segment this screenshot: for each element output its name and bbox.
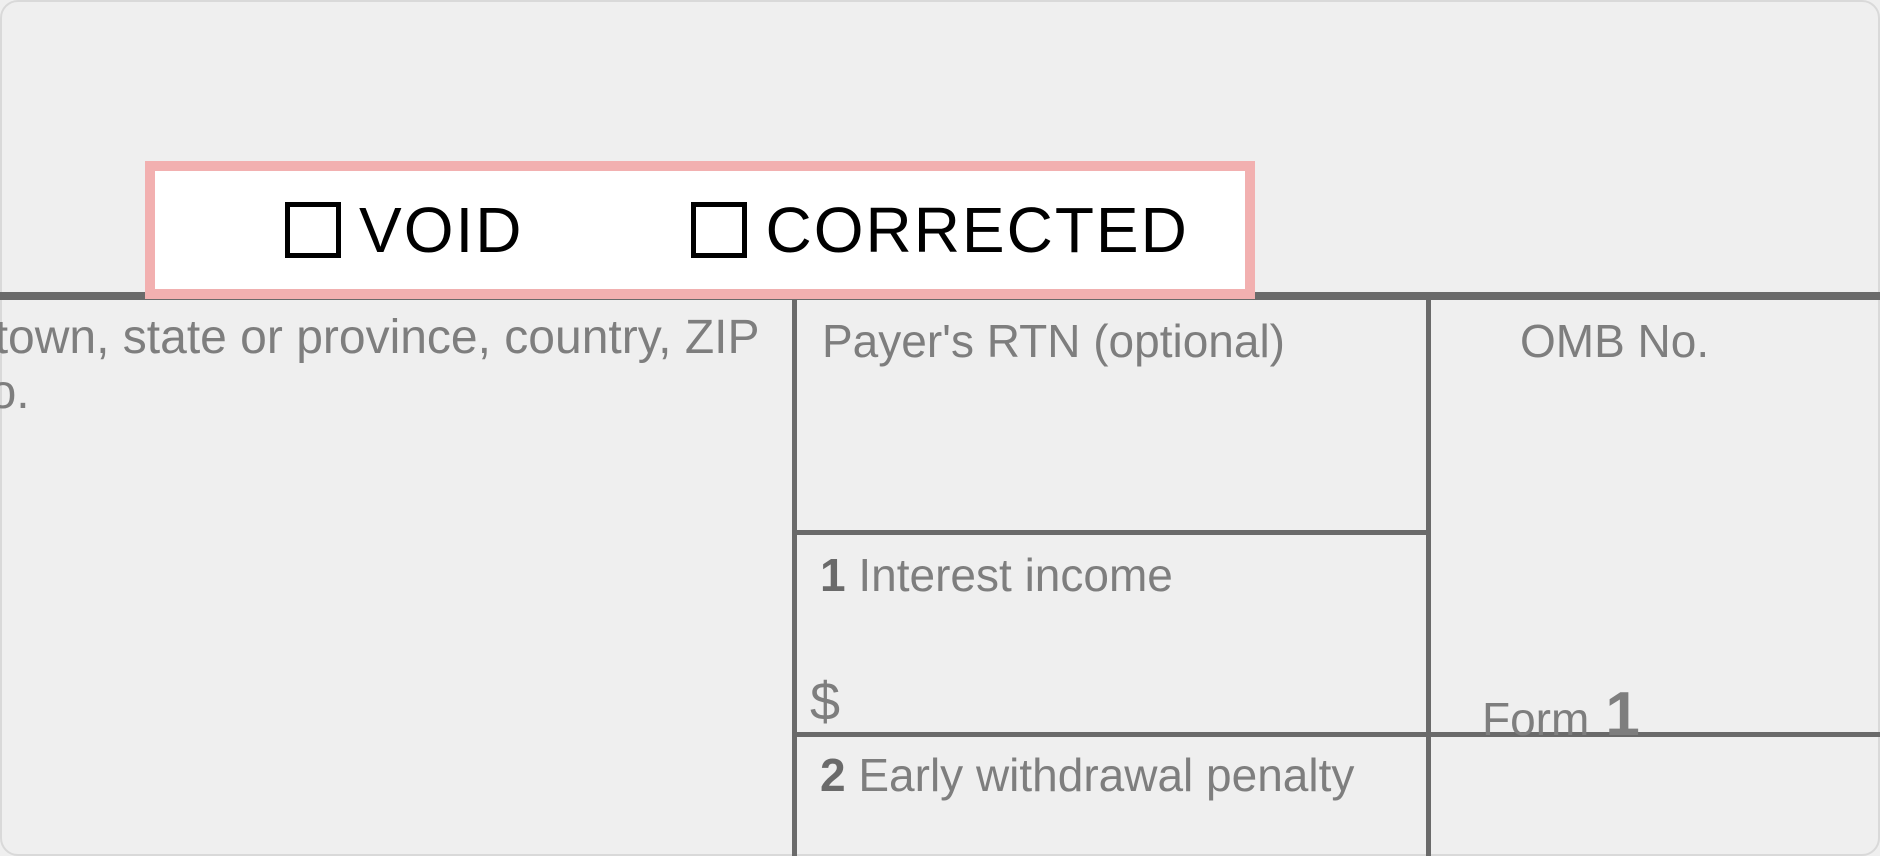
omb-number-label: OMB No. xyxy=(1520,314,1880,369)
void-label: VOID xyxy=(359,193,523,267)
payer-address-line2: elephone no. xyxy=(0,366,30,419)
form-word: Form xyxy=(1482,693,1589,745)
corrected-label: CORRECTED xyxy=(765,193,1188,267)
horizontal-divider-2 xyxy=(792,732,1880,737)
box-2-early-withdrawal: 2 Early withdrawal penalty xyxy=(820,748,1720,803)
box-1-currency-symbol: $ xyxy=(810,670,840,735)
void-checkbox-icon[interactable] xyxy=(285,202,341,258)
payer-address-cell: ess, city or town, state or province, co… xyxy=(0,310,772,420)
void-checkbox-group[interactable]: VOID xyxy=(285,193,523,267)
payer-rtn-label: Payer's RTN (optional) xyxy=(822,314,1402,369)
box-1-number: 1 xyxy=(820,549,846,601)
horizontal-divider-1 xyxy=(792,530,1431,535)
void-corrected-highlight: VOID CORRECTED xyxy=(145,161,1255,299)
void-corrected-row: VOID CORRECTED xyxy=(155,171,1245,289)
form-designation: Form 1 xyxy=(1482,678,1640,752)
box-1-interest-income: 1 Interest income xyxy=(820,548,1410,603)
tax-form-1099-fragment: ess, city or town, state or province, co… xyxy=(0,292,1880,856)
corrected-checkbox-group[interactable]: CORRECTED xyxy=(691,193,1188,267)
box-2-label: Early withdrawal penalty xyxy=(858,749,1354,801)
box-2-number: 2 xyxy=(820,749,846,801)
page: ess, city or town, state or province, co… xyxy=(0,0,1880,856)
corrected-checkbox-icon[interactable] xyxy=(691,202,747,258)
box-1-label: Interest income xyxy=(858,549,1172,601)
vertical-divider-1 xyxy=(792,300,797,856)
payer-address-line1: ess, city or town, state or province, co… xyxy=(0,311,759,364)
form-number-fragment: 1 xyxy=(1605,680,1639,749)
